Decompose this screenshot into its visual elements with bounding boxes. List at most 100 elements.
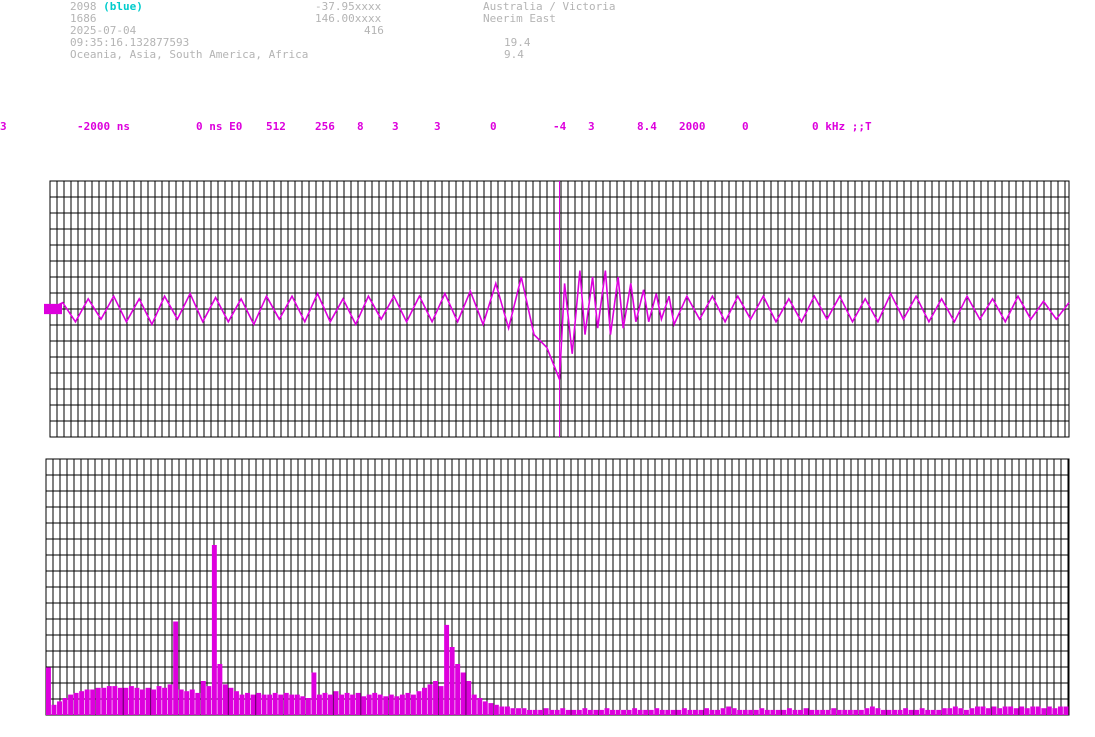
spectrum-bar	[593, 709, 599, 715]
spectrum-bar	[410, 694, 416, 715]
spectrum-bar	[68, 694, 74, 715]
spectrum-bar	[195, 692, 201, 715]
spectrum-bar	[184, 691, 190, 715]
spectrum-bar	[908, 709, 914, 715]
spectrum-bar	[1052, 708, 1058, 715]
spectrum-bar	[466, 681, 472, 715]
spectrum-bar	[731, 708, 737, 715]
spectrum-bar	[173, 621, 179, 715]
spectrum-bar	[582, 708, 588, 715]
spectrum-bar	[449, 647, 455, 715]
spectrum-bar	[322, 692, 328, 715]
spectrum-bar	[720, 708, 726, 715]
spectrum-bar	[980, 706, 986, 715]
spectrum-bar	[947, 708, 953, 715]
spectrum-bar	[516, 708, 521, 715]
spectrum-bar	[974, 706, 980, 715]
spectrum-bar	[1008, 706, 1014, 715]
spectrum-bar	[123, 687, 129, 715]
spectrum-bar	[222, 684, 228, 715]
spectrum-bar	[869, 706, 875, 715]
spectrum-bar	[1046, 706, 1052, 715]
spectrum-bar	[914, 709, 920, 715]
spectrum-bar	[786, 708, 792, 715]
spectrum-bar	[549, 709, 555, 715]
spectrum-bar	[632, 708, 638, 715]
spectrum-bar	[587, 709, 593, 715]
spectrum-bar	[261, 694, 267, 715]
spectrum-bar	[372, 692, 378, 715]
spectrum-bar	[643, 709, 649, 715]
spectrum-bar	[1013, 708, 1019, 715]
spectrum-bar	[101, 687, 107, 715]
spectrum-bar	[278, 694, 284, 715]
spectrum-bar	[803, 708, 809, 715]
spectrum-bar	[1057, 706, 1063, 715]
spectrum-bar	[753, 709, 759, 715]
spectrum-bar	[814, 709, 820, 715]
spectrum-bar	[106, 686, 112, 715]
spectrum-bar	[936, 709, 942, 715]
spectrum-bar	[256, 692, 262, 715]
spectrum-bar	[842, 709, 848, 715]
spectrum-bar	[200, 681, 206, 715]
spectrum-bar	[333, 691, 339, 715]
spectrum-bar	[831, 708, 837, 715]
spectrum-bar	[659, 709, 665, 715]
spectrum-bar	[84, 689, 90, 715]
spectrum-bar	[665, 709, 671, 715]
spectrum-bar	[764, 709, 770, 715]
spectrum-bar	[554, 709, 560, 715]
spectrum-bar	[128, 686, 134, 715]
spectrum-bar	[62, 698, 68, 715]
spectrum-bar	[388, 694, 394, 715]
spectrum-bar	[283, 692, 289, 715]
spectrum-bar	[471, 694, 477, 715]
spectrum-bar	[925, 709, 931, 715]
spectrum-bar	[820, 709, 826, 715]
spectrum-bar	[211, 545, 217, 715]
spectrum-bar	[272, 692, 278, 715]
spectrum-bar	[217, 664, 223, 715]
spectrum-bar	[499, 706, 505, 715]
spectrum-bar	[1030, 706, 1036, 715]
spectrum-bar	[228, 687, 234, 715]
spectrum-bar	[112, 686, 118, 715]
spectrum-bar	[46, 667, 51, 715]
spectrum-bar	[1024, 708, 1030, 715]
spectrum-bar	[715, 709, 721, 715]
spectrum-bar	[140, 689, 145, 715]
spectrum-bar	[493, 704, 499, 715]
spectrum-bar	[1002, 706, 1008, 715]
spectrum-bar	[427, 684, 433, 715]
spectrum-bar	[952, 706, 958, 715]
spectrum-bar	[560, 708, 566, 715]
spectrum-bar	[151, 689, 156, 715]
spectrum-bar	[930, 709, 936, 715]
spectrum-bar	[897, 709, 903, 715]
spectrum-bar	[162, 687, 168, 715]
spectrum-bar	[90, 689, 96, 715]
spectrum-bar	[892, 709, 897, 715]
spectrum-bar	[311, 672, 317, 715]
spectrum-bar	[1063, 706, 1069, 715]
spectrum-bar	[234, 691, 239, 715]
spectrum-bar	[626, 709, 632, 715]
spectrum-bar	[294, 694, 300, 715]
spectrum-bar	[670, 709, 676, 715]
spectrum-bar	[704, 708, 709, 715]
spectrum-bar	[825, 709, 831, 715]
spectrum-bar	[538, 709, 544, 715]
spectrum-bar	[621, 709, 627, 715]
spectrum-bar	[361, 696, 367, 715]
spectrum-bar	[963, 709, 969, 715]
spectrum-bar	[239, 694, 245, 715]
spectrum-bar	[610, 709, 615, 715]
spectrum-bar	[847, 709, 853, 715]
spectrum-bar	[51, 704, 57, 715]
spectrum-bar	[477, 698, 483, 715]
spectrum-bar	[886, 709, 892, 715]
spectrum-bar	[245, 692, 250, 715]
spectrum-bar	[836, 709, 842, 715]
spectrum-bar	[986, 708, 991, 715]
